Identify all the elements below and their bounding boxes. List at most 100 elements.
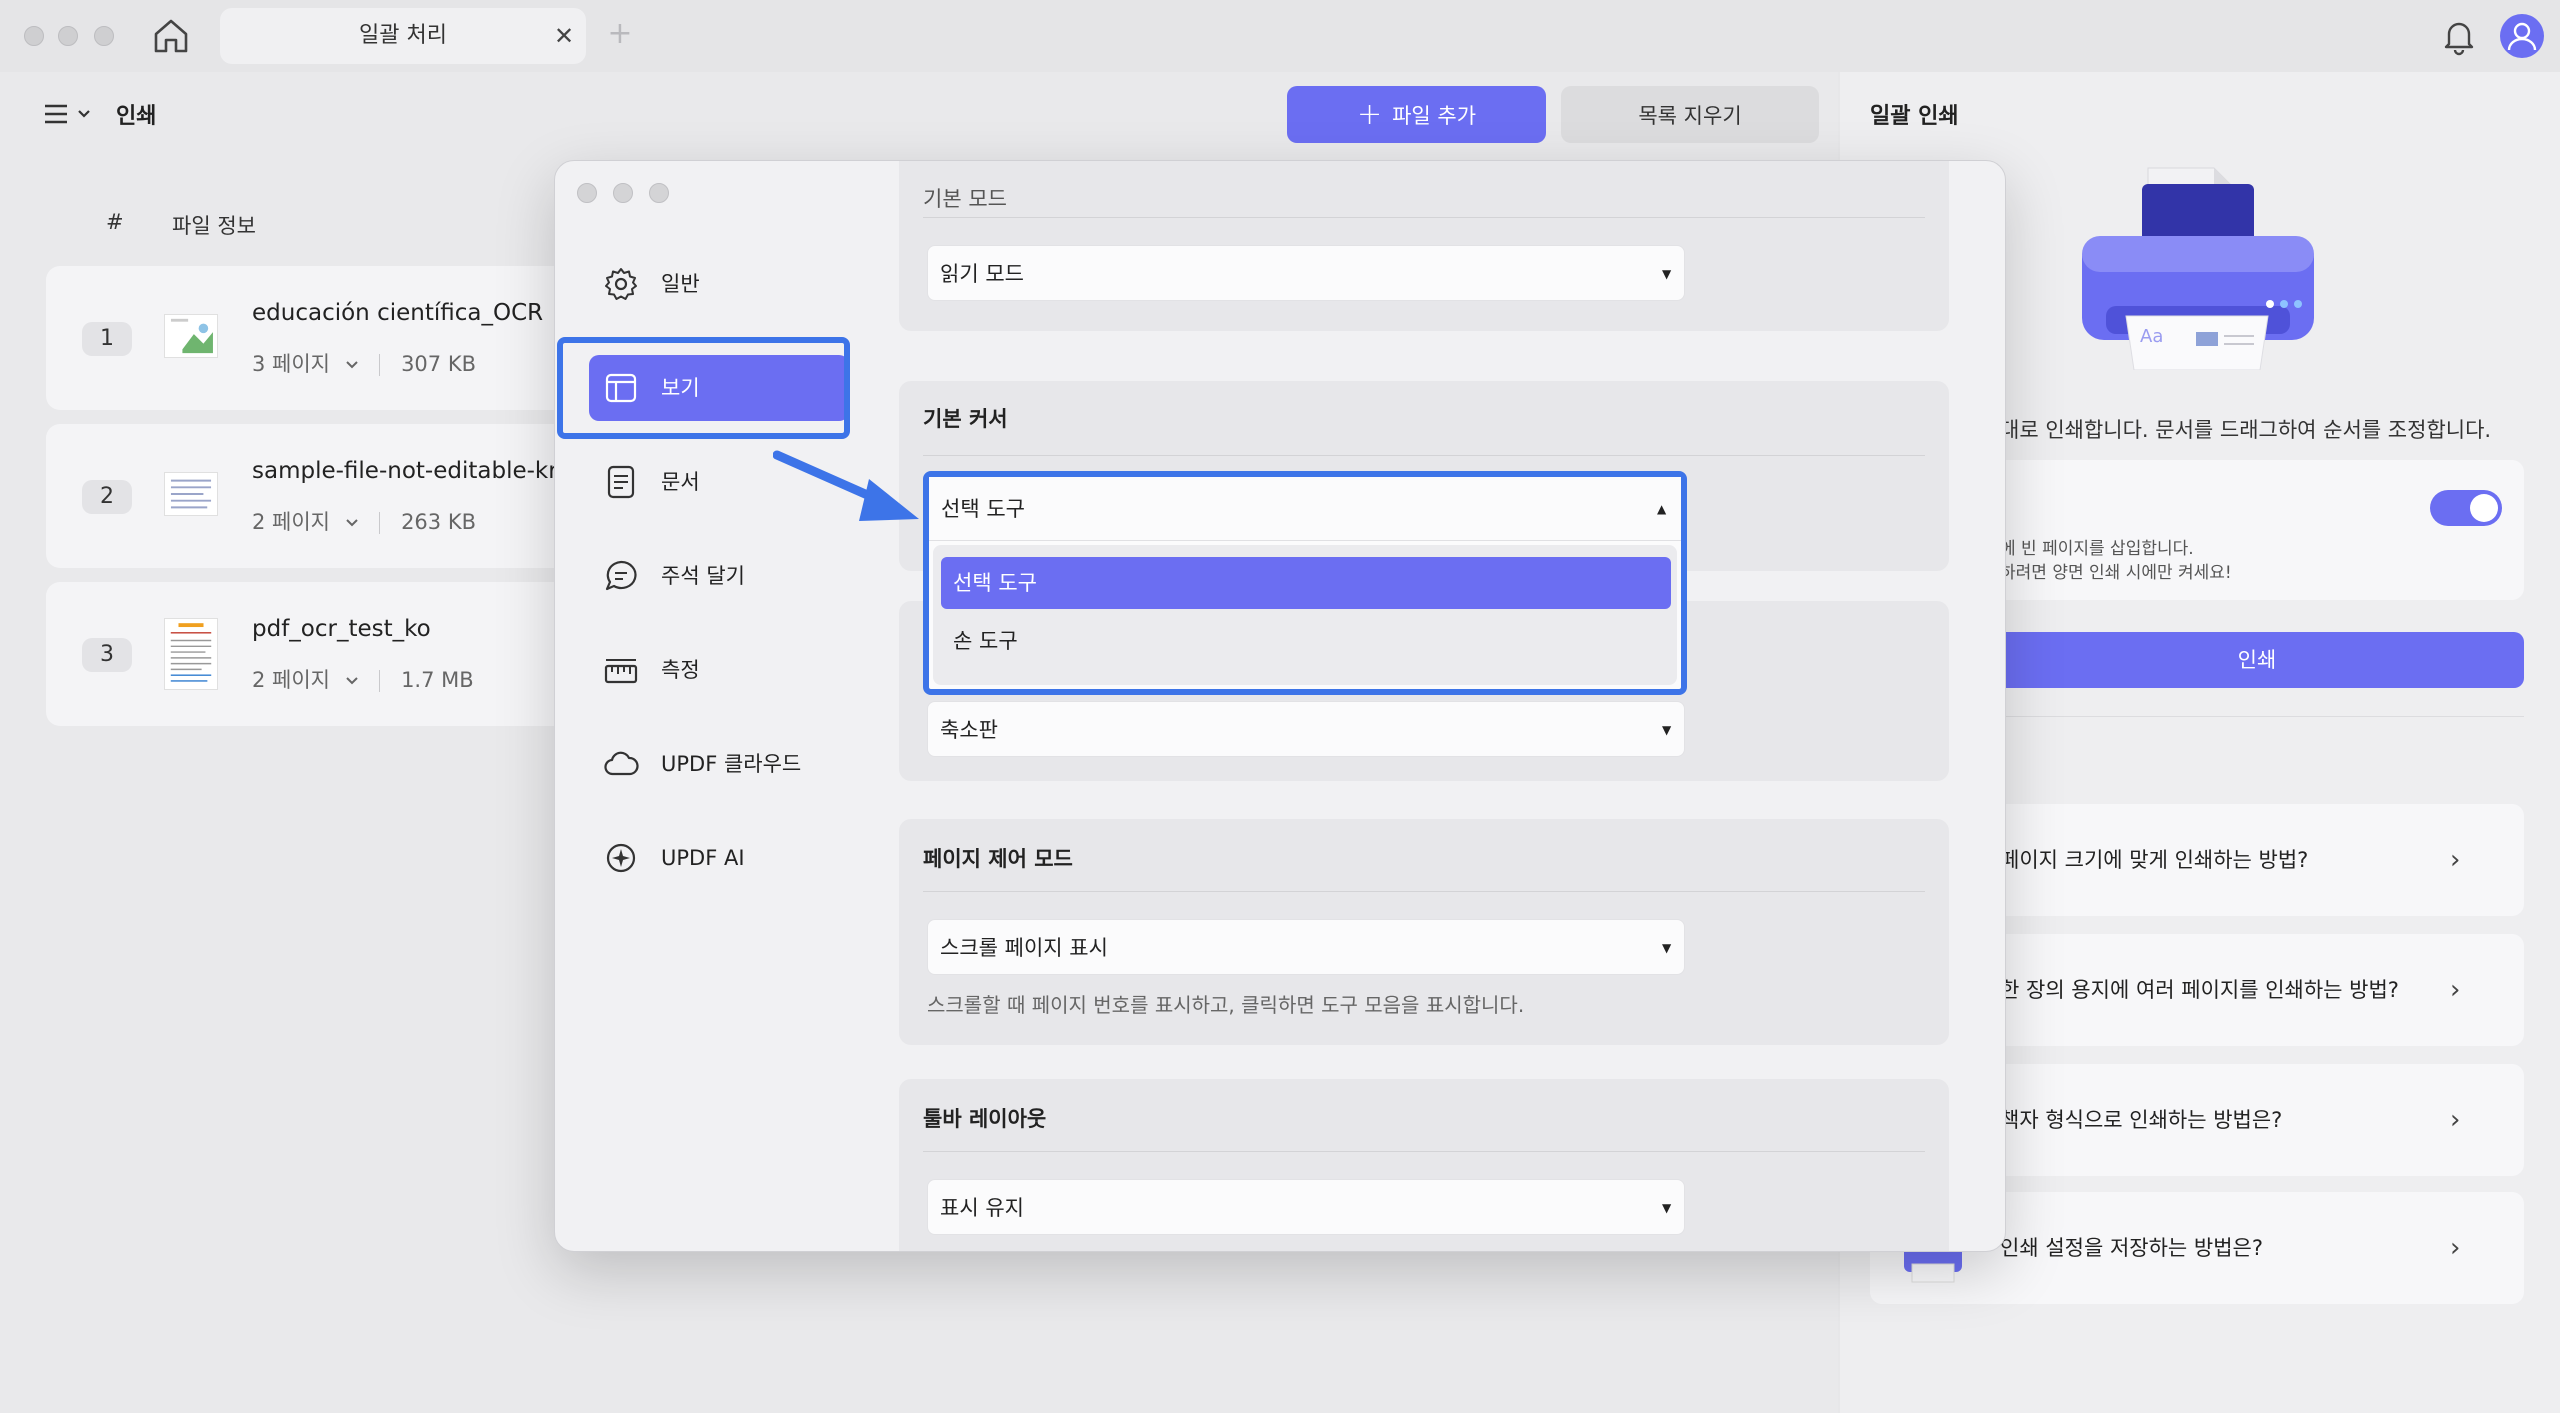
faq-text: 책자 형식으로 인쇄하는 방법은? — [2000, 1108, 2283, 1132]
faq-text: 페이지 크기에 맞게 인쇄하는 방법? — [2000, 848, 2309, 872]
section-toolbar-layout: 툴바 레이아웃 표시 유지 ▼ — [899, 1079, 1949, 1251]
nav-item-cloud[interactable]: UPDF 클라우드 — [589, 731, 849, 797]
user-icon — [2507, 22, 2537, 51]
option-note: 하려면 양면 인쇄 시에만 켜세요! — [2000, 563, 2232, 583]
chevron-right-icon: › — [2450, 975, 2461, 1005]
select-value: 읽기 모드 — [940, 262, 1024, 286]
add-file-button[interactable]: + 파일 추가 — [1287, 86, 1546, 143]
option-label: 손 도구 — [953, 629, 1018, 653]
toolbar-layout-select[interactable]: 표시 유지 ▼ — [927, 1179, 1685, 1235]
column-header-index: # — [106, 210, 124, 234]
avatar[interactable] — [2500, 14, 2544, 58]
default-mode-select[interactable]: 읽기 모드 ▼ — [927, 245, 1685, 301]
select-value: 표시 유지 — [940, 1196, 1024, 1220]
page-count[interactable]: 3 페이지 — [252, 352, 330, 376]
faq-text: 인쇄 설정을 저장하는 방법은? — [2000, 1236, 2264, 1260]
nav-label: 측정 — [661, 658, 700, 682]
row-number: 1 — [82, 322, 132, 356]
window-zoom-button[interactable] — [94, 26, 114, 46]
chevron-down-icon[interactable] — [345, 674, 359, 688]
cursor-dropdown-highlight: 선택 도구 ▲ 선택 도구 손 도구 — [923, 471, 1687, 695]
chevron-right-icon: › — [2450, 1105, 2461, 1135]
section-title: 기본 커서 — [923, 407, 1008, 431]
select-value: 축소판 — [940, 718, 998, 742]
chevron-down-icon[interactable] — [345, 358, 359, 372]
file-meta: 2 페이지 263 KB — [252, 506, 476, 536]
gear-icon — [605, 268, 637, 300]
toggle-knob — [2470, 494, 2498, 522]
select-value: 선택 도구 — [941, 497, 1025, 521]
nav-item-measure[interactable]: 측정 — [589, 637, 849, 703]
file-row[interactable]: 2 sample-file-not-editable-kr 2 페이지 263 … — [46, 424, 606, 568]
bell-icon[interactable] — [2440, 16, 2478, 56]
section-default-mode: 기본 모드 읽기 모드 ▼ — [899, 161, 1949, 331]
add-file-label: 파일 추가 — [1392, 103, 1477, 128]
section-title: 기본 모드 — [923, 187, 1007, 211]
ruler-icon — [604, 659, 638, 684]
dropdown-menu: 선택 도구 손 도구 — [933, 545, 1677, 685]
option-hand-tool[interactable]: 손 도구 — [941, 615, 1671, 667]
page-control-select[interactable]: 스크롤 페이지 표시 ▼ — [927, 919, 1685, 975]
dialog-zoom-button[interactable] — [649, 183, 669, 203]
menu-icon[interactable] — [42, 100, 70, 128]
file-meta: 3 페이지 307 KB — [252, 348, 476, 378]
section-title: 페이지 제어 모드 — [923, 847, 1073, 871]
file-row[interactable]: 3 pdf_ocr_test_ko 2 페이지 1.7 MB — [46, 582, 606, 726]
section-hint: 스크롤할 때 페이지 번호를 표시하고, 클릭하면 도구 모음을 표시합니다. — [927, 993, 1525, 1017]
faq-text: 한 장의 용지에 여러 페이지를 인쇄하는 방법? — [2000, 978, 2399, 1002]
section-title: 툴바 레이아웃 — [923, 1107, 1047, 1131]
window-close-button[interactable] — [24, 26, 44, 46]
file-thumbnail — [164, 314, 218, 358]
title-bar: 일괄 처리 ✕ + — [0, 0, 2560, 72]
chevron-right-icon: › — [2450, 845, 2461, 875]
panel-description: 대로 인쇄합니다. 문서를 드래그하여 순서를 조정합니다. — [2000, 418, 2492, 442]
page-count[interactable]: 2 페이지 — [252, 668, 330, 692]
chevron-down-icon[interactable] — [345, 516, 359, 530]
default-cursor-select[interactable]: 선택 도구 ▲ — [929, 477, 1681, 541]
plus-icon: + — [1356, 96, 1383, 132]
option-note: 에 빈 페이지를 삽입합니다. — [2000, 539, 2194, 559]
nav-item-ai[interactable]: UPDF AI — [589, 825, 849, 891]
breadcrumb: 인쇄 — [116, 104, 157, 129]
print-button[interactable]: 인쇄 — [1990, 632, 2524, 688]
close-icon[interactable]: ✕ — [550, 22, 578, 50]
comment-icon — [605, 560, 637, 591]
section-page-control: 페이지 제어 모드 스크롤 페이지 표시 ▼ 스크롤할 때 페이지 번호를 표시… — [899, 819, 1949, 1045]
caret-down-icon: ▼ — [1662, 723, 1672, 737]
window-minimize-button[interactable] — [58, 26, 78, 46]
home-icon[interactable] — [150, 16, 192, 56]
row-number: 2 — [82, 480, 132, 514]
nav-item-general[interactable]: 일반 — [589, 251, 849, 317]
caret-down-icon: ▼ — [1662, 941, 1672, 955]
file-meta: 2 페이지 1.7 MB — [252, 664, 474, 694]
printer-icon: Aa — [2082, 167, 2314, 370]
row-number: 3 — [82, 638, 132, 672]
file-thumbnail — [164, 472, 218, 516]
cloud-icon — [604, 751, 639, 776]
blank-page-toggle[interactable] — [2430, 490, 2502, 526]
nav-label: UPDF AI — [661, 846, 745, 870]
nav-label: UPDF 클라우드 — [661, 752, 802, 776]
file-size: 263 KB — [401, 510, 476, 534]
svg-text:Aa: Aa — [2140, 326, 2163, 347]
column-header-info: 파일 정보 — [172, 214, 256, 238]
file-row[interactable]: 1 educación científica_OCR 3 페이지 307 KB — [46, 266, 606, 410]
nav-item-annotate[interactable]: 주석 달기 — [589, 543, 849, 609]
page-count[interactable]: 2 페이지 — [252, 510, 330, 534]
dialog-close-button[interactable] — [577, 183, 597, 203]
caret-down-icon: ▼ — [1662, 267, 1672, 281]
new-tab-icon[interactable]: + — [604, 18, 636, 50]
dialog-minimize-button[interactable] — [613, 183, 633, 203]
zoom-select[interactable]: 축소판 ▼ — [927, 701, 1685, 757]
clear-list-button[interactable]: 목록 지우기 — [1561, 86, 1819, 143]
nav-label: 일반 — [661, 272, 700, 296]
option-select-tool[interactable]: 선택 도구 — [941, 557, 1671, 609]
file-size: 1.7 MB — [401, 668, 474, 692]
option-label: 선택 도구 — [953, 571, 1037, 595]
tab-batch[interactable]: 일괄 처리 ✕ — [220, 8, 586, 64]
file-name: sample-file-not-editable-kr — [252, 458, 558, 484]
chevron-down-icon[interactable] — [76, 106, 92, 122]
select-value: 스크롤 페이지 표시 — [940, 936, 1108, 960]
pointer-arrow-icon — [773, 450, 919, 521]
clear-list-label: 목록 지우기 — [1638, 103, 1742, 128]
